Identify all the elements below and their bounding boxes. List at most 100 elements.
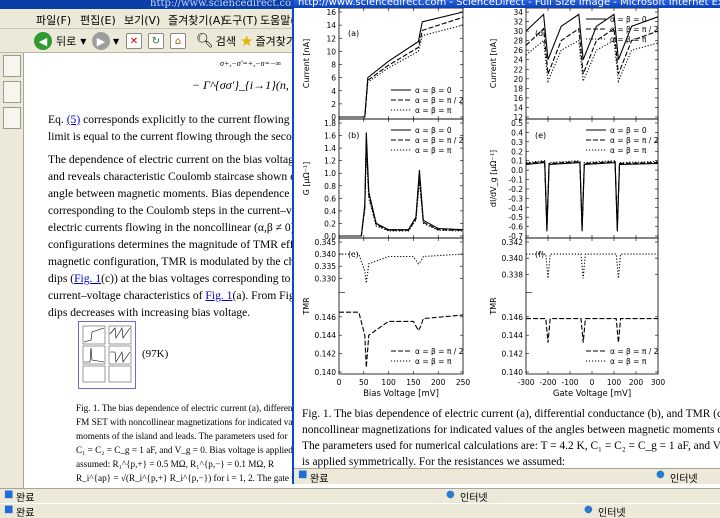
caption-line: Fig. 1. The bias dependence of electric … [302,408,720,420]
series-line [525,160,659,227]
y-tick-label: 0.140 [502,368,524,377]
y-tick-label: 18 [513,84,523,93]
text-run: limit is equal to the current flowing th… [48,130,322,143]
paragraph-line: limit is equal to the current flowing th… [48,129,321,145]
home-button[interactable]: ⌂ [170,32,186,50]
refresh-button[interactable]: ↻ [148,32,164,50]
legend-label: α = β = π [610,35,647,44]
series-line [339,148,464,237]
figure-link[interactable]: (5) [67,113,81,126]
y-tick-label: 34 [513,8,523,17]
text-run: The dependence of electric current on th… [48,153,310,166]
menu-view[interactable]: 보기(V) [124,12,160,28]
menu-tools[interactable]: 도구(T) [222,12,258,28]
y-tick-label: 2 [331,100,336,109]
legend-label: α = β = π / 2 [415,96,464,105]
favorites-button[interactable]: ★ 즐겨찾기 [240,32,296,50]
side-bar-button[interactable] [3,81,21,103]
y-tick-label: 0.144 [502,331,524,340]
x-axis-label: Bias Voltage [mV] [363,389,439,398]
x-tick-label: -100 [561,378,578,387]
y-tick-label: 1.6 [324,132,336,141]
menu-favorites[interactable]: 즐겨찾기(A) [168,12,225,28]
y-tick-label: 0.5 [511,119,523,128]
figure-thumbnail[interactable] [78,321,136,389]
y-axis-label: TMR [302,297,311,316]
text-run: current–voltage characteristics of [48,289,206,302]
star-icon: ★ [240,32,254,50]
menu-edit[interactable]: 편집(E) [80,12,116,28]
paragraph-line: The dependence of electric current on th… [48,152,310,168]
y-tick-label: 14 [513,103,523,112]
caption-line: moments of the island and leads. The par… [76,431,288,441]
paragraph-line: and reveals characteristic Coulomb stair… [48,169,313,185]
paragraph-line: Eq. (5) corresponds explicitly to the cu… [48,112,317,128]
text-run: dips decreases with increasing bias volt… [48,306,251,319]
menu-file[interactable]: 파일(F) [36,12,71,28]
paragraph-line: angle between magnetic moments. Bias dep… [48,186,314,202]
figure-link[interactable]: Fig. 1 [205,289,232,302]
y-tick-label: 10 [326,47,336,56]
lower-status-text: 완료 [16,508,35,518]
y-tick-label: 1.8 [324,119,336,128]
back-button[interactable]: ◀ 뒤로 ▼ [34,32,86,50]
legend-label: α = β = π [415,146,452,155]
text-run: and reveals characteristic Coulomb stair… [48,170,314,183]
text-run: configurations determines the magnitude … [48,238,318,251]
y-tick-label: 0.4 [324,207,336,216]
text-run: magnetic configuration, TMR is modulated… [48,255,319,268]
page-icon: ■ [4,504,14,515]
legend-label: α = β = 0 [415,86,452,95]
home-icon: ⌂ [170,33,186,49]
figure-1-plots: (a)Current [nA]0246810121416α = β = 0α =… [302,8,665,399]
legend-label: α = β = 0 [610,15,647,24]
x-tick-label: -200 [539,378,556,387]
text-run: angle between magnetic moments. Bias dep… [48,187,314,200]
side-bar-button[interactable] [3,55,21,77]
y-tick-label: 16 [513,94,523,103]
search-button[interactable]: 🔍︎ 검색 [196,32,236,50]
forward-button[interactable]: ▶ ▼ [92,32,119,50]
y-tick-label: 0.6 [324,194,336,203]
paragraph-line: dips decreases with increasing bias volt… [48,305,250,321]
series-line [526,318,658,343]
legend-label: α = β = π / 2 [610,25,659,34]
y-tick-label: 8 [331,61,336,70]
y-tick-label: 20 [513,75,523,84]
y-tick-label: 0.342 [502,238,524,247]
globe-icon: ● [656,469,665,480]
series-line [526,253,658,279]
stop-icon: ✕ [126,33,142,49]
side-bar-button[interactable] [3,107,21,129]
y-tick-label: 0.335 [315,262,337,271]
caption-line: FM SET with noncollinear magnetizations … [76,417,300,427]
foreground-title-bar[interactable]: http://www.sciencedirect.com - ScienceDi… [294,0,720,8]
background-status-text: 완료 [16,493,35,504]
paragraph-line: corresponding to the Coulomb steps in th… [48,203,315,219]
y-tick-label: 0.1 [511,157,523,166]
paragraph-line: configurations determines the magnitude … [48,237,317,253]
chevron-down-icon[interactable]: ▼ [80,37,86,46]
y-tick-label: 16 [326,8,336,17]
y-tick-label: 0.2 [511,147,523,156]
search-button-label: 검색 [215,35,237,48]
background-status-bar: ■ 완료 ● 인터넷 [0,488,720,504]
links-side-bar [0,53,24,488]
panel-label: (f) [535,250,544,259]
equation-fragment: σ+,−σ'=+,−n=−∞ [220,59,282,68]
x-tick-label: -300 [517,378,534,387]
y-tick-label: 0.4 [511,128,523,137]
lower-status-strip: ■ 완료 ● 인터넷 [0,503,720,518]
legend-label: α = β = π [610,146,647,155]
globe-icon: ● [584,504,593,515]
y-tick-label: -0.6 [508,223,523,232]
stop-button[interactable]: ✕ [126,32,142,50]
y-tick-label: -0.4 [508,204,523,213]
legend-label: α = β = π / 2 [610,347,659,356]
chevron-down-icon[interactable]: ▼ [113,37,119,46]
x-tick-label: 250 [456,378,471,387]
legend-label: α = β = 0 [610,126,647,135]
legend-label: α = β = 0 [415,126,452,135]
x-axis-label: Gate Voltage [mV] [553,389,631,398]
figure-link[interactable]: Fig. 1 [74,272,101,285]
